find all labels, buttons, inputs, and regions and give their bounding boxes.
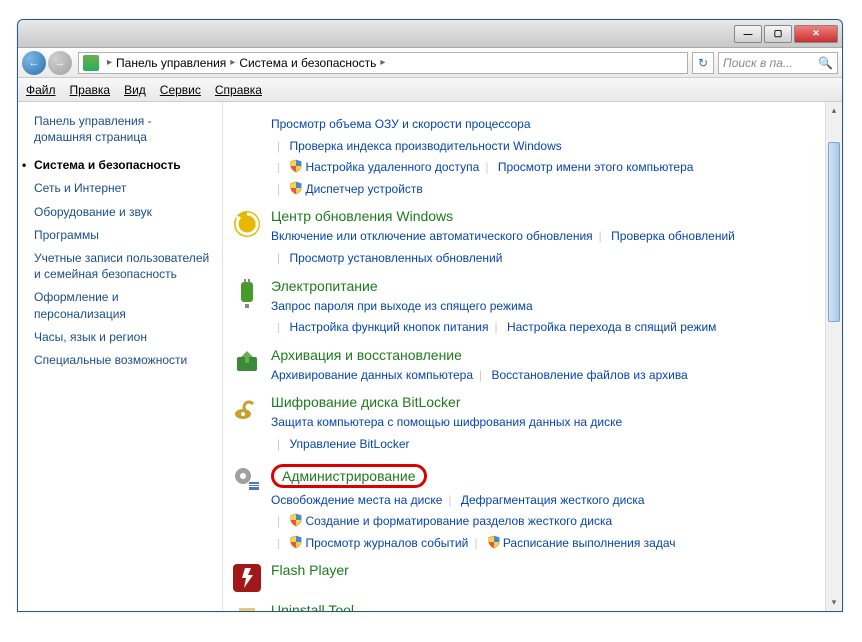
- category-section: Центр обновления Windows Включение или от…: [231, 208, 830, 269]
- sidebar-item[interactable]: Сеть и Интернет: [34, 180, 212, 196]
- control-panel-icon: [83, 55, 99, 71]
- blank-icon: [231, 112, 263, 144]
- category-links: Архивирование данных компьютера| Восстан…: [271, 365, 830, 387]
- breadcrumb-item[interactable]: Панель управления: [116, 56, 226, 70]
- task-link[interactable]: Управление BitLocker: [289, 437, 409, 451]
- category-title[interactable]: Центр обновления Windows: [271, 208, 453, 224]
- category-section: Просмотр объема ОЗУ и скорости процессор…: [231, 112, 830, 200]
- menu-file[interactable]: Файл: [26, 83, 56, 97]
- uac-shield-icon: [289, 181, 303, 195]
- scroll-down-button[interactable]: ▾: [826, 594, 842, 611]
- admin-icon: [231, 464, 263, 496]
- sidebar-item[interactable]: Оформление и персонализация: [34, 289, 212, 321]
- control-panel-window: — ▢ ✕ ← → ▸ Панель управления ▸ Система …: [17, 19, 843, 612]
- category-title[interactable]: Шифрование диска BitLocker: [271, 394, 461, 410]
- task-link[interactable]: Просмотр объема ОЗУ и скорости процессор…: [271, 117, 531, 131]
- uac-shield-icon: [289, 513, 303, 527]
- task-link[interactable]: Настройка функций кнопок питания: [289, 320, 488, 334]
- task-link[interactable]: Просмотр имени этого компьютера: [498, 160, 694, 174]
- power-icon: [231, 278, 263, 310]
- category-links: Защита компьютера с помощью шифрования д…: [271, 412, 830, 455]
- sidebar-item[interactable]: Учетные записи пользователей и семейная …: [34, 250, 212, 282]
- task-link[interactable]: Создание и форматирование разделов жестк…: [305, 514, 612, 528]
- task-link[interactable]: Расписание выполнения задач: [503, 536, 676, 550]
- sidebar: Панель управления - домашняя страница Си…: [18, 102, 223, 611]
- task-link[interactable]: Восстановление файлов из архива: [491, 368, 687, 382]
- task-link[interactable]: Защита компьютера с помощью шифрования д…: [271, 415, 622, 429]
- task-link[interactable]: Проверка индекса производительности Wind…: [289, 139, 561, 153]
- category-links: Просмотр объема ОЗУ и скорости процессор…: [271, 114, 830, 200]
- task-link[interactable]: Диспетчер устройств: [305, 182, 422, 196]
- sidebar-item[interactable]: Программы: [34, 227, 212, 243]
- close-button[interactable]: ✕: [794, 25, 838, 43]
- task-link[interactable]: Запрос пароля при выходе из спящего режи…: [271, 299, 533, 313]
- category-title[interactable]: Электропитание: [271, 278, 378, 294]
- flash-icon: [231, 562, 263, 594]
- breadcrumb-item[interactable]: Система и безопасность: [239, 56, 376, 70]
- category-links: Включение или отключение автоматического…: [271, 226, 830, 269]
- task-link[interactable]: Дефрагментация жесткого диска: [461, 493, 645, 507]
- sidebar-home[interactable]: Панель управления - домашняя страница: [34, 114, 212, 145]
- category-section: Uninstall Tool: [231, 602, 830, 611]
- back-button[interactable]: ←: [22, 51, 46, 75]
- backup-icon: [231, 347, 263, 379]
- menu-edit[interactable]: Правка: [70, 83, 111, 97]
- category-title[interactable]: Flash Player: [271, 562, 349, 578]
- task-link[interactable]: Просмотр журналов событий: [305, 536, 468, 550]
- category-title[interactable]: Архивация и восстановление: [271, 347, 462, 363]
- uac-shield-icon: [487, 535, 501, 549]
- menu-view[interactable]: Вид: [124, 83, 146, 97]
- bitlocker-icon: [231, 394, 263, 426]
- category-links: Запрос пароля при выходе из спящего режи…: [271, 296, 830, 339]
- task-link[interactable]: Включение или отключение автоматического…: [271, 229, 593, 243]
- forward-button[interactable]: →: [48, 51, 72, 75]
- sidebar-item[interactable]: Система и безопасность: [34, 157, 212, 173]
- task-link[interactable]: Проверка обновлений: [611, 229, 735, 243]
- menubar: Файл Правка Вид Сервис Справка: [18, 78, 842, 102]
- scrollbar[interactable]: ▴ ▾: [825, 102, 842, 611]
- category-section: Архивация и восстановление Архивирование …: [231, 347, 830, 387]
- navbar: ← → ▸ Панель управления ▸ Система и безо…: [18, 48, 842, 78]
- menu-help[interactable]: Справка: [215, 83, 262, 97]
- category-title[interactable]: Администрирование: [271, 464, 427, 488]
- task-link[interactable]: Архивирование данных компьютера: [271, 368, 473, 382]
- uac-shield-icon: [289, 159, 303, 173]
- scroll-up-button[interactable]: ▴: [826, 102, 842, 119]
- category-section: Шифрование диска BitLocker Защита компьют…: [231, 394, 830, 455]
- sidebar-item[interactable]: Специальные возможности: [34, 352, 212, 368]
- uac-shield-icon: [289, 535, 303, 549]
- sidebar-item[interactable]: Оборудование и звук: [34, 204, 212, 220]
- wu-icon: [231, 208, 263, 240]
- category-section: АдминистрированиеОсвобождение места на д…: [231, 464, 830, 555]
- uninstall-icon: [231, 602, 263, 611]
- category-links: Освобождение места на диске| Дефрагмента…: [271, 490, 830, 555]
- category-section: Flash Player: [231, 562, 830, 594]
- sidebar-item[interactable]: Часы, язык и регион: [34, 329, 212, 345]
- maximize-button[interactable]: ▢: [764, 25, 792, 43]
- task-link[interactable]: Просмотр установленных обновлений: [289, 251, 502, 265]
- minimize-button[interactable]: —: [734, 25, 762, 43]
- task-link[interactable]: Настройка удаленного доступа: [305, 160, 479, 174]
- category-title[interactable]: Uninstall Tool: [271, 602, 354, 611]
- content-pane: Просмотр объема ОЗУ и скорости процессор…: [223, 102, 842, 611]
- task-link[interactable]: Настройка перехода в спящий режим: [507, 320, 716, 334]
- search-input[interactable]: Поиск в па... 🔍: [718, 52, 838, 74]
- refresh-button[interactable]: ↻: [692, 52, 714, 74]
- scroll-thumb[interactable]: [828, 142, 840, 322]
- menu-tools[interactable]: Сервис: [160, 83, 201, 97]
- task-link[interactable]: Освобождение места на диске: [271, 493, 442, 507]
- titlebar: — ▢ ✕: [18, 20, 842, 48]
- breadcrumb[interactable]: ▸ Панель управления ▸ Система и безопасн…: [78, 52, 688, 74]
- search-icon: 🔍: [818, 56, 833, 70]
- category-section: Электропитание Запрос пароля при выходе и…: [231, 278, 830, 339]
